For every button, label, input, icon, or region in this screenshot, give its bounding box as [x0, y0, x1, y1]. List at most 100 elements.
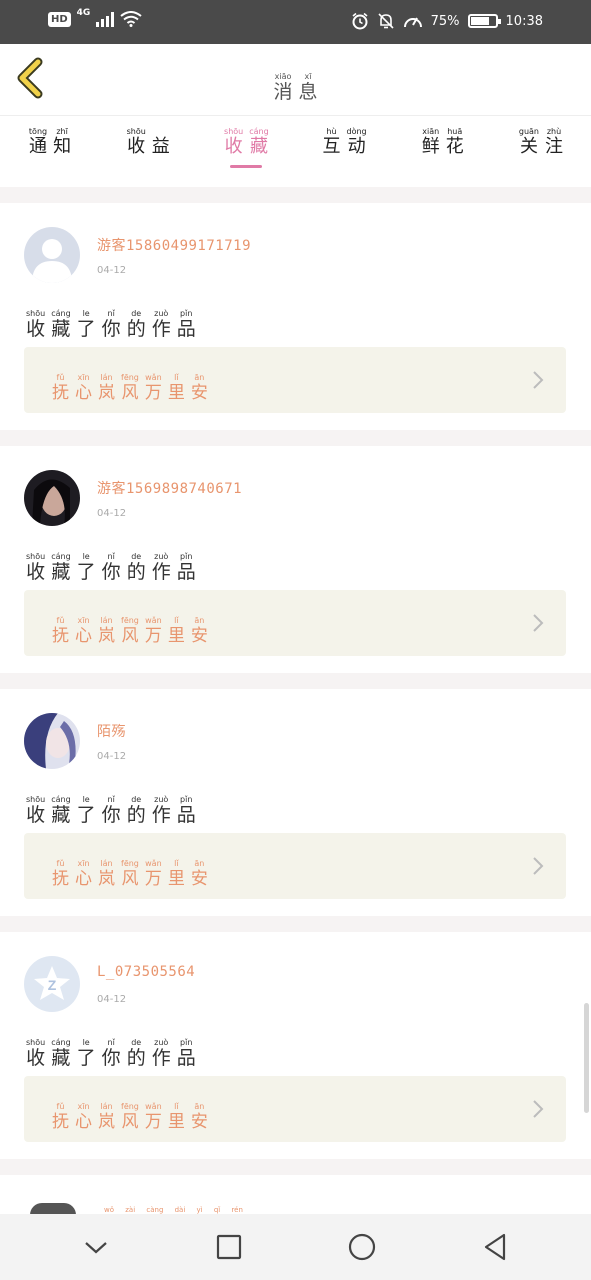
tab-bar: tōng 通 zhī 知 shōu 收益 shōu 收 cáng 藏 hù 互 dòng 动 xiān 鲜 hu…: [0, 117, 591, 187]
pinyin: shōu: [126, 127, 146, 136]
pinyin: ān: [194, 859, 205, 868]
ruby-char: le 了: [77, 1038, 96, 1069]
pinyin: guān: [518, 127, 539, 136]
tab-4[interactable]: xiān 鲜 huā 花: [413, 117, 473, 187]
hanzi: 岚: [98, 869, 115, 889]
hanzi: 安: [190, 626, 208, 646]
hanzi: 收: [127, 136, 146, 157]
message-list: 游客15860499171719 04-12 shōu 收 cáng 藏 le 了 nǐ 你 de 的…: [0, 187, 591, 1175]
hanzi: 收: [26, 804, 46, 826]
nav-back-button[interactable]: [471, 1223, 519, 1271]
hanzi: 品: [176, 1047, 196, 1069]
ruby-char: cáng 藏: [51, 1038, 70, 1069]
tab-0[interactable]: tōng 通 zhī 知: [20, 117, 80, 187]
pinyin: de: [131, 795, 142, 804]
ruby-char: lán 岚: [98, 859, 115, 890]
pinyin: fēng: [121, 1102, 139, 1111]
username[interactable]: 陌殇: [97, 721, 126, 741]
pinyin: xī: [304, 72, 312, 81]
work-link[interactable]: fǔ 抚 xīn 心 lán 岚 fēng 风 wǎn 万 lǐ 里 ān 安: [24, 833, 566, 899]
scrollbar[interactable]: [584, 1003, 589, 1113]
nav-collapse-button[interactable]: [72, 1223, 120, 1271]
ruby-char: zuò 作: [152, 552, 171, 583]
avatar[interactable]: Z: [24, 956, 80, 1012]
page-title: xiāo 消 xī 息: [0, 64, 591, 103]
ruby-char: le 了: [77, 795, 96, 826]
tab-3[interactable]: hù 互 dòng 动: [315, 117, 375, 187]
ruby-char: nǐ 你: [102, 552, 121, 583]
hanzi: 的: [126, 804, 146, 826]
hanzi: 心: [75, 1112, 92, 1132]
work-link[interactable]: fǔ 抚 xīn 心 lán 岚 fēng 风 wǎn 万 lǐ 里 ān 安: [24, 347, 566, 413]
pinyin: fēng: [121, 859, 139, 868]
username[interactable]: L_073505564: [97, 964, 195, 980]
ruby-char: wǎn 万: [145, 1102, 162, 1133]
chevron-right-icon: [532, 370, 544, 390]
tab-1[interactable]: shōu 收益: [118, 117, 178, 187]
status-right: 75% 10:38: [351, 12, 543, 30]
ruby-char: xī 息: [299, 72, 318, 103]
nav-home-button[interactable]: [338, 1223, 386, 1271]
hanzi: 收: [224, 136, 243, 157]
ruby-char: fēng 风: [121, 1102, 139, 1133]
list-separator: [0, 187, 591, 203]
work-link[interactable]: fǔ 抚 xīn 心 lán 岚 fēng 风 wǎn 万 lǐ 里 ān 安: [24, 1076, 566, 1142]
avatar[interactable]: [24, 713, 80, 769]
hanzi: 关: [519, 136, 538, 157]
hanzi: 通: [29, 136, 47, 157]
ruby-char: zuò 作: [152, 795, 171, 826]
ruby-char: lǐ 里: [168, 373, 185, 404]
ruby-char: zuò 作: [152, 309, 171, 340]
ruby-char: fǔ 抚: [52, 616, 69, 647]
pinyin: de: [131, 1038, 142, 1047]
ruby-char: 益: [152, 127, 170, 187]
hanzi: 作: [151, 804, 171, 826]
tab-2[interactable]: shōu 收 cáng 藏: [216, 117, 276, 187]
hanzi: 知: [53, 136, 72, 157]
ruby-char: lǐ 里: [168, 616, 185, 647]
hanzi: 抚: [52, 383, 69, 403]
hanzi: 了: [76, 318, 96, 340]
message-action-text: shōu 收 cáng 藏 le 了 nǐ 你 de 的 zuò 作 pǐn 品: [26, 544, 196, 583]
work-title: fǔ 抚 xīn 心 lán 岚 fēng 风 wǎn 万 lǐ 里 ān 安: [52, 851, 208, 890]
pinyin: cáng: [51, 1038, 71, 1047]
username[interactable]: 游客1569898740671: [97, 478, 242, 498]
hanzi: 品: [176, 804, 196, 826]
nav-recents-button[interactable]: [205, 1223, 253, 1271]
hanzi: 动: [347, 136, 366, 157]
list-separator: [0, 430, 591, 446]
pinyin: lǐ: [174, 616, 179, 625]
hanzi: 作: [151, 561, 171, 583]
ruby-char: fǔ 抚: [52, 1102, 69, 1133]
ruby-char: pǐn 品: [177, 309, 196, 340]
ruby-char: shōu 收: [26, 309, 45, 340]
ruby-char: huā 花: [446, 127, 464, 187]
work-title-ruby: fǔ 抚 xīn 心 lán 岚 fēng 风 wǎn 万 lǐ 里 ān 安: [52, 373, 208, 404]
ruby-char: lǐ 里: [168, 859, 185, 890]
username[interactable]: 游客15860499171719: [97, 235, 251, 255]
pinyin: le: [82, 552, 90, 561]
hanzi: 藏: [51, 561, 71, 583]
ruby-char: fēng 风: [121, 373, 139, 404]
active-tab-indicator: [230, 165, 263, 168]
ruby-char: ān 安: [191, 859, 208, 890]
pinyin: cáng: [51, 795, 71, 804]
avatar[interactable]: [24, 470, 80, 526]
pinyin: le: [82, 1038, 90, 1047]
tab-label: xiān 鲜 huā 花: [422, 127, 464, 187]
pinyin: pǐn: [180, 795, 193, 804]
hanzi: 收: [26, 561, 46, 583]
work-link[interactable]: fǔ 抚 xīn 心 lán 岚 fēng 风 wǎn 万 lǐ 里 ān 安: [24, 590, 566, 656]
ruby-char: shōu 收: [26, 795, 45, 826]
pinyin: fēng: [121, 373, 139, 382]
pinyin: ān: [194, 373, 205, 382]
tab-5[interactable]: guān 关 zhù 注: [511, 117, 571, 187]
ruby-char: zuò 作: [152, 1038, 171, 1069]
ruby-char: wǎn 万: [145, 616, 162, 647]
avatar[interactable]: [24, 227, 80, 283]
ruby-char: pǐn 品: [177, 552, 196, 583]
ruby-char: fǔ 抚: [52, 859, 69, 890]
tab-label: shōu 收益: [127, 127, 170, 187]
ruby-char: shōu 收: [127, 127, 146, 187]
hanzi: 心: [75, 626, 92, 646]
